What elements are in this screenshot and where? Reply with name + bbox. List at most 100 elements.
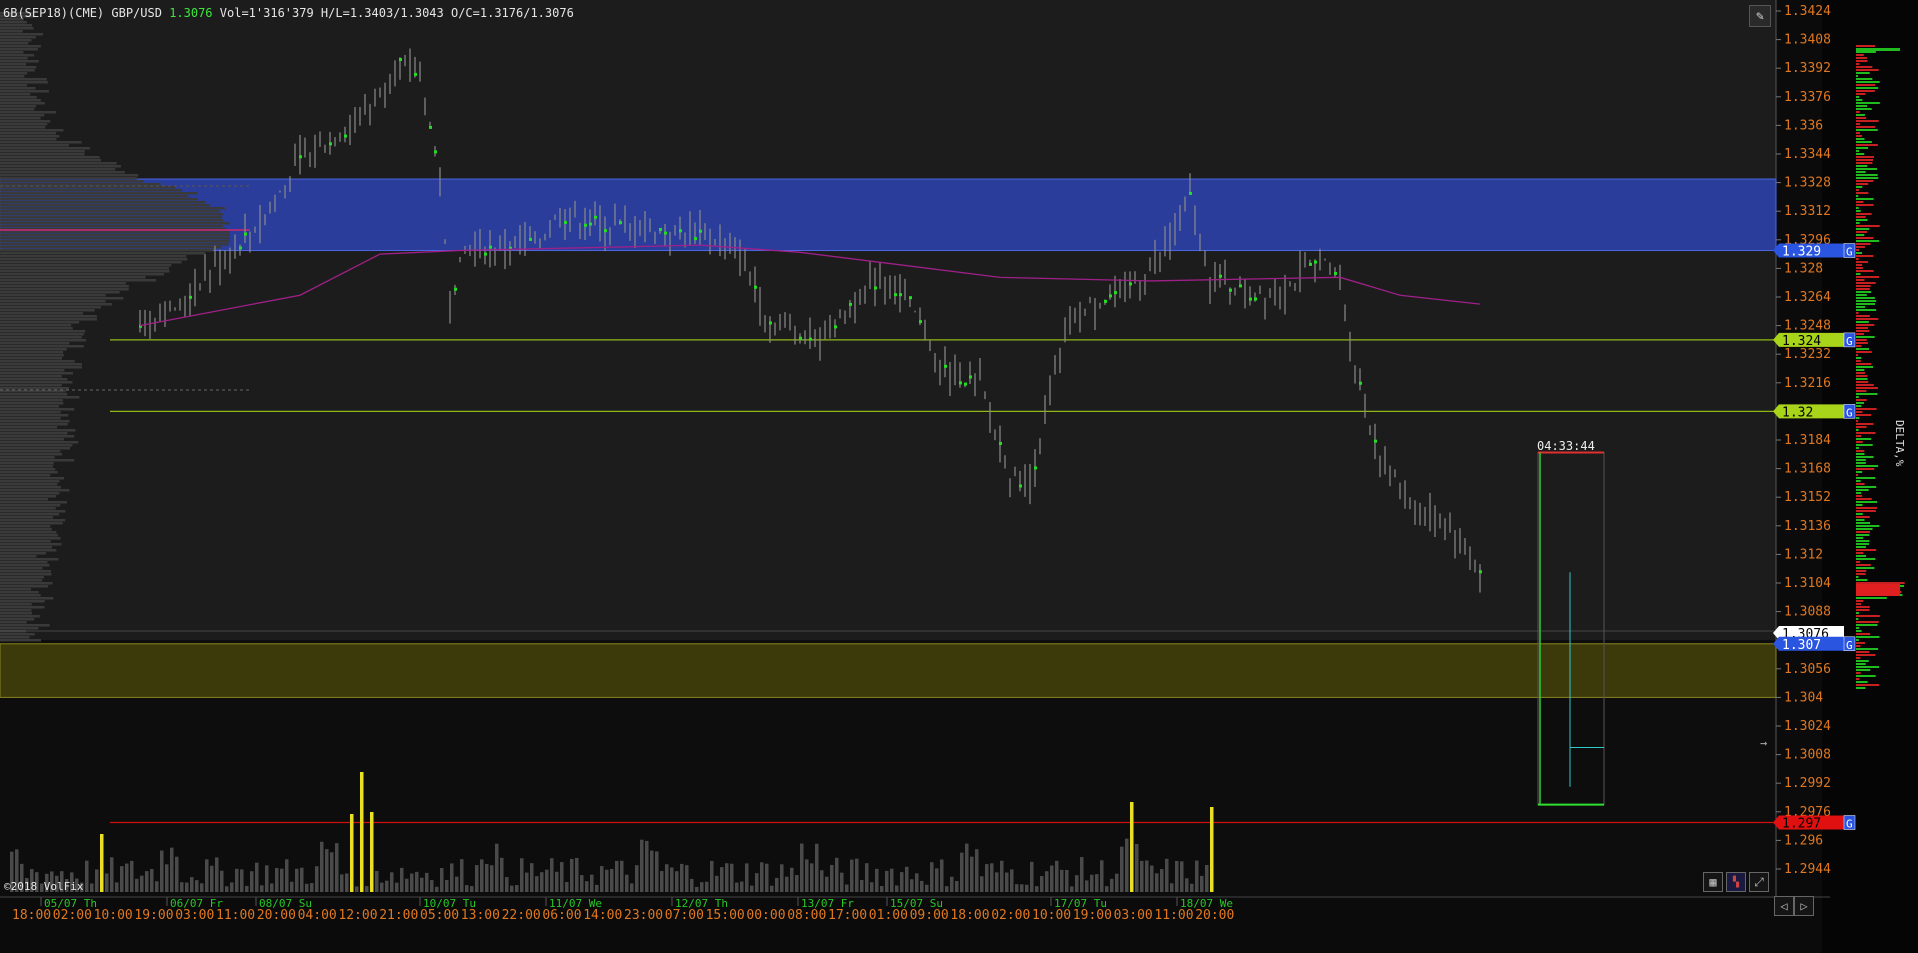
volume-bar xyxy=(1115,873,1119,892)
delta-bar xyxy=(1856,84,1876,86)
volume-profile-bar xyxy=(0,108,35,111)
volume-profile-bar xyxy=(0,54,35,57)
volume-profile-bar xyxy=(0,351,64,354)
bar-timer: 04:33:44 xyxy=(1537,439,1595,453)
delta-bar xyxy=(1856,630,1862,632)
delta-bar xyxy=(1856,648,1879,650)
volume-profile-bar xyxy=(0,231,230,234)
volume-bar xyxy=(85,860,89,892)
delta-bar xyxy=(1856,249,1860,251)
time-label: 02:00 xyxy=(991,908,1030,923)
delta-bar xyxy=(1856,420,1859,422)
volume-profile-bar xyxy=(0,552,47,555)
volume-profile-bar xyxy=(0,462,54,465)
volume-bar xyxy=(1165,858,1169,892)
volume-profile-bar xyxy=(0,168,116,171)
volume-bar xyxy=(735,882,739,892)
volume-profile-bar xyxy=(0,30,23,33)
volume-bar xyxy=(210,865,214,892)
volume-profile-bar xyxy=(0,450,61,453)
delta-bar xyxy=(1856,480,1861,482)
volume-profile-bar xyxy=(0,375,62,378)
delta-bar xyxy=(1856,75,1859,77)
volume-profile-bar xyxy=(0,24,32,27)
buy-imbalance-mark xyxy=(1104,299,1107,303)
volume-bar xyxy=(920,880,924,892)
volume-profile-bar xyxy=(0,321,80,324)
price-tick-label: 1.336 xyxy=(1784,118,1823,133)
scroll-right-icon[interactable]: ▷ xyxy=(1794,896,1814,916)
buy-imbalance-mark xyxy=(1309,262,1312,266)
volume-bar xyxy=(180,882,184,892)
delta-bar xyxy=(1856,165,1868,167)
volume-bar xyxy=(800,843,804,892)
volume-bar xyxy=(1035,886,1039,892)
grid-layout-icon[interactable]: ▦ xyxy=(1703,872,1723,892)
volume-profile-bar xyxy=(0,372,73,375)
delta-bar xyxy=(1856,195,1859,197)
buy-imbalance-mark xyxy=(1219,274,1222,278)
buy-imbalance-mark xyxy=(919,320,922,324)
delta-bar xyxy=(1856,261,1868,263)
volume-profile-bar xyxy=(0,51,24,54)
volume-profile-bar xyxy=(0,429,76,432)
delta-bar xyxy=(1856,48,1900,51)
delta-bar xyxy=(1856,255,1874,257)
volume-profile-bar xyxy=(0,570,52,573)
delta-bar xyxy=(1856,117,1867,119)
scroll-arrow-icon[interactable]: → xyxy=(1760,736,1767,750)
buy-imbalance-mark xyxy=(344,134,347,138)
session-stats: Vol=1'316'379 H/L=1.3403/1.3043 O/C=1.31… xyxy=(219,6,574,20)
volume-bar xyxy=(1210,807,1214,892)
volume-profile-bar xyxy=(0,135,60,138)
volume-bar xyxy=(1140,860,1144,892)
volume-bar xyxy=(970,856,974,892)
volume-bar xyxy=(825,876,829,892)
volume-bar xyxy=(265,865,269,892)
delta-bar xyxy=(1856,168,1877,170)
price-tick-label: 1.3088 xyxy=(1784,605,1831,620)
delta-panel-label: DELTA,% xyxy=(1893,420,1906,467)
volume-profile-bar xyxy=(0,366,82,369)
volume-bar xyxy=(870,882,874,892)
volume-profile-bar xyxy=(0,324,72,327)
volume-bar xyxy=(300,867,304,892)
delta-bar xyxy=(1856,384,1874,386)
volume-bar xyxy=(270,883,274,892)
volume-profile-bar xyxy=(0,219,224,222)
volume-bar xyxy=(190,877,194,892)
volume-bar xyxy=(410,873,414,892)
delta-bar xyxy=(1856,579,1868,581)
price-tick-label: 1.3136 xyxy=(1784,519,1831,534)
volume-bar xyxy=(1205,865,1209,892)
volume-bar xyxy=(1160,869,1164,892)
price-marker-label: 1.307 xyxy=(1782,638,1821,653)
volume-bar xyxy=(985,864,989,892)
volume-profile-bar xyxy=(0,609,32,612)
volume-bar xyxy=(115,882,119,892)
delta-bar xyxy=(1856,381,1869,383)
scroll-left-icon[interactable]: ◁ xyxy=(1774,896,1794,916)
volume-profile-bar xyxy=(0,210,220,213)
delta-bar xyxy=(1856,510,1876,512)
delta-bar xyxy=(1856,294,1867,296)
delta-bar xyxy=(1856,678,1860,680)
chart-settings-icon[interactable]: ▚ xyxy=(1726,872,1746,892)
price-tick-label: 1.312 xyxy=(1784,547,1823,562)
buy-imbalance-mark xyxy=(589,222,592,226)
delta-bar xyxy=(1856,60,1868,62)
volume-bar xyxy=(220,870,224,892)
trading-chart[interactable]: 1.3424 1.3408 1.3392 1.3376 1.336 1.3344 1.332… xyxy=(0,0,1918,953)
volume-profile-bar xyxy=(0,213,224,216)
chart-canvas[interactable]: 1.3424 1.3408 1.3392 1.3376 1.336 1.3344 1.332… xyxy=(0,0,1918,953)
buy-imbalance-mark xyxy=(664,231,667,235)
expand-icon[interactable]: ⤢ xyxy=(1749,872,1769,892)
pencil-icon[interactable]: ✎ xyxy=(1749,5,1771,27)
volume-bar xyxy=(785,876,789,892)
delta-bar xyxy=(1856,321,1869,323)
time-label: 04:00 xyxy=(298,908,337,923)
volume-bar xyxy=(975,849,979,892)
buy-imbalance-mark xyxy=(694,237,697,241)
buy-imbalance-mark xyxy=(1314,260,1317,264)
delta-bar xyxy=(1856,180,1874,182)
